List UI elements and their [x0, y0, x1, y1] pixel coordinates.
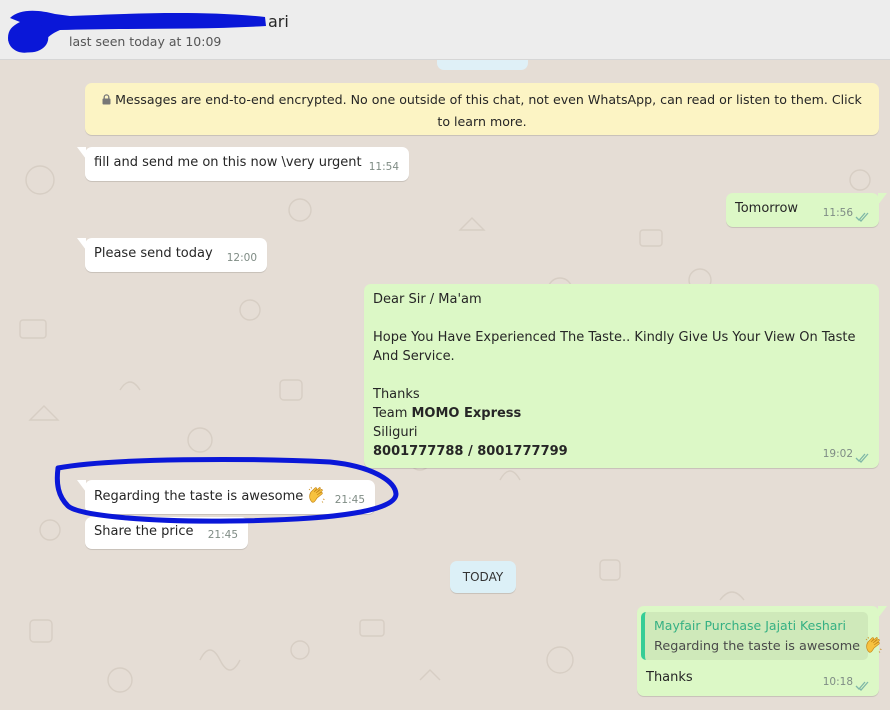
date-divider-today: TODAY	[450, 561, 516, 593]
bubble-tail	[878, 606, 887, 618]
message-text: Thanks	[646, 670, 693, 685]
message-line-thanks: Thanks	[373, 387, 420, 402]
message-line-greeting: Dear Sir / Ma'am	[373, 292, 482, 307]
message-incoming[interactable]: Share the price 21:45	[85, 517, 248, 549]
message-incoming[interactable]: fill and send me on this now \very urgen…	[77, 147, 409, 181]
message-text: Regarding the taste is awesome	[94, 489, 304, 504]
message-outgoing[interactable]: Tomorrow 11:56	[726, 193, 887, 227]
clapping-hands-icon	[864, 636, 884, 660]
message-time: 21:45	[334, 494, 365, 506]
message-outgoing-long[interactable]: Dear Sir / Ma'am Hope You Have Experienc…	[364, 284, 879, 468]
message-time: 12:00	[226, 252, 257, 264]
message-text: Tomorrow	[735, 201, 799, 216]
message-outgoing-reply[interactable]: Mayfair Purchase Jajati Keshari Regardin…	[637, 606, 887, 696]
contact-name[interactable]: ari	[268, 12, 289, 31]
double-check-read-icon	[855, 681, 869, 691]
bubble-tail	[77, 480, 86, 492]
message-line-team: Team MOMO Express	[373, 404, 870, 423]
bubble-tail	[77, 238, 86, 250]
chat-header[interactable]: ari last seen today at 10:09	[0, 0, 890, 60]
message-time: 19:02	[822, 448, 853, 460]
message-line-body: Hope You Have Experienced The Taste.. Ki…	[373, 330, 856, 364]
bubble-tail	[77, 147, 86, 159]
last-seen-status: last seen today at 10:09	[69, 34, 222, 49]
message-text: fill and send me on this now \very urgen…	[94, 155, 362, 170]
bubble-tail	[878, 193, 887, 205]
message-incoming[interactable]: Please send today 12:00	[77, 238, 267, 272]
quoted-text: Regarding the taste is awesome	[654, 639, 861, 654]
message-time: 10:18	[822, 676, 853, 688]
double-check-read-icon	[855, 212, 869, 222]
chat-panel[interactable]: Messages are end-to-end encrypted. No on…	[0, 60, 890, 710]
message-line-phones: 8001777788 / 8001777799	[373, 444, 568, 459]
double-check-read-icon	[855, 453, 869, 463]
message-time: 11:54	[368, 161, 399, 173]
encryption-notice[interactable]: Messages are end-to-end encrypted. No on…	[85, 83, 879, 135]
message-text: Please send today	[94, 246, 213, 261]
message-line-city: Siliguri	[373, 425, 418, 440]
team-prefix: Team	[373, 406, 412, 421]
previous-date-divider	[437, 60, 528, 70]
message-time: 21:45	[207, 529, 238, 541]
quoted-message[interactable]: Mayfair Purchase Jajati Keshari Regardin…	[641, 612, 882, 660]
encryption-notice-text: Messages are end-to-end encrypted. No on…	[115, 92, 862, 129]
message-text: Share the price	[94, 524, 194, 539]
message-time: 11:56	[822, 207, 853, 219]
team-name: MOMO Express	[411, 406, 522, 421]
lock-icon	[102, 90, 111, 111]
message-incoming[interactable]: Regarding the taste is awesome 21:45	[77, 480, 375, 514]
clapping-hands-icon	[307, 486, 327, 510]
quoted-sender-name: Mayfair Purchase Jajati Keshari	[654, 618, 847, 633]
